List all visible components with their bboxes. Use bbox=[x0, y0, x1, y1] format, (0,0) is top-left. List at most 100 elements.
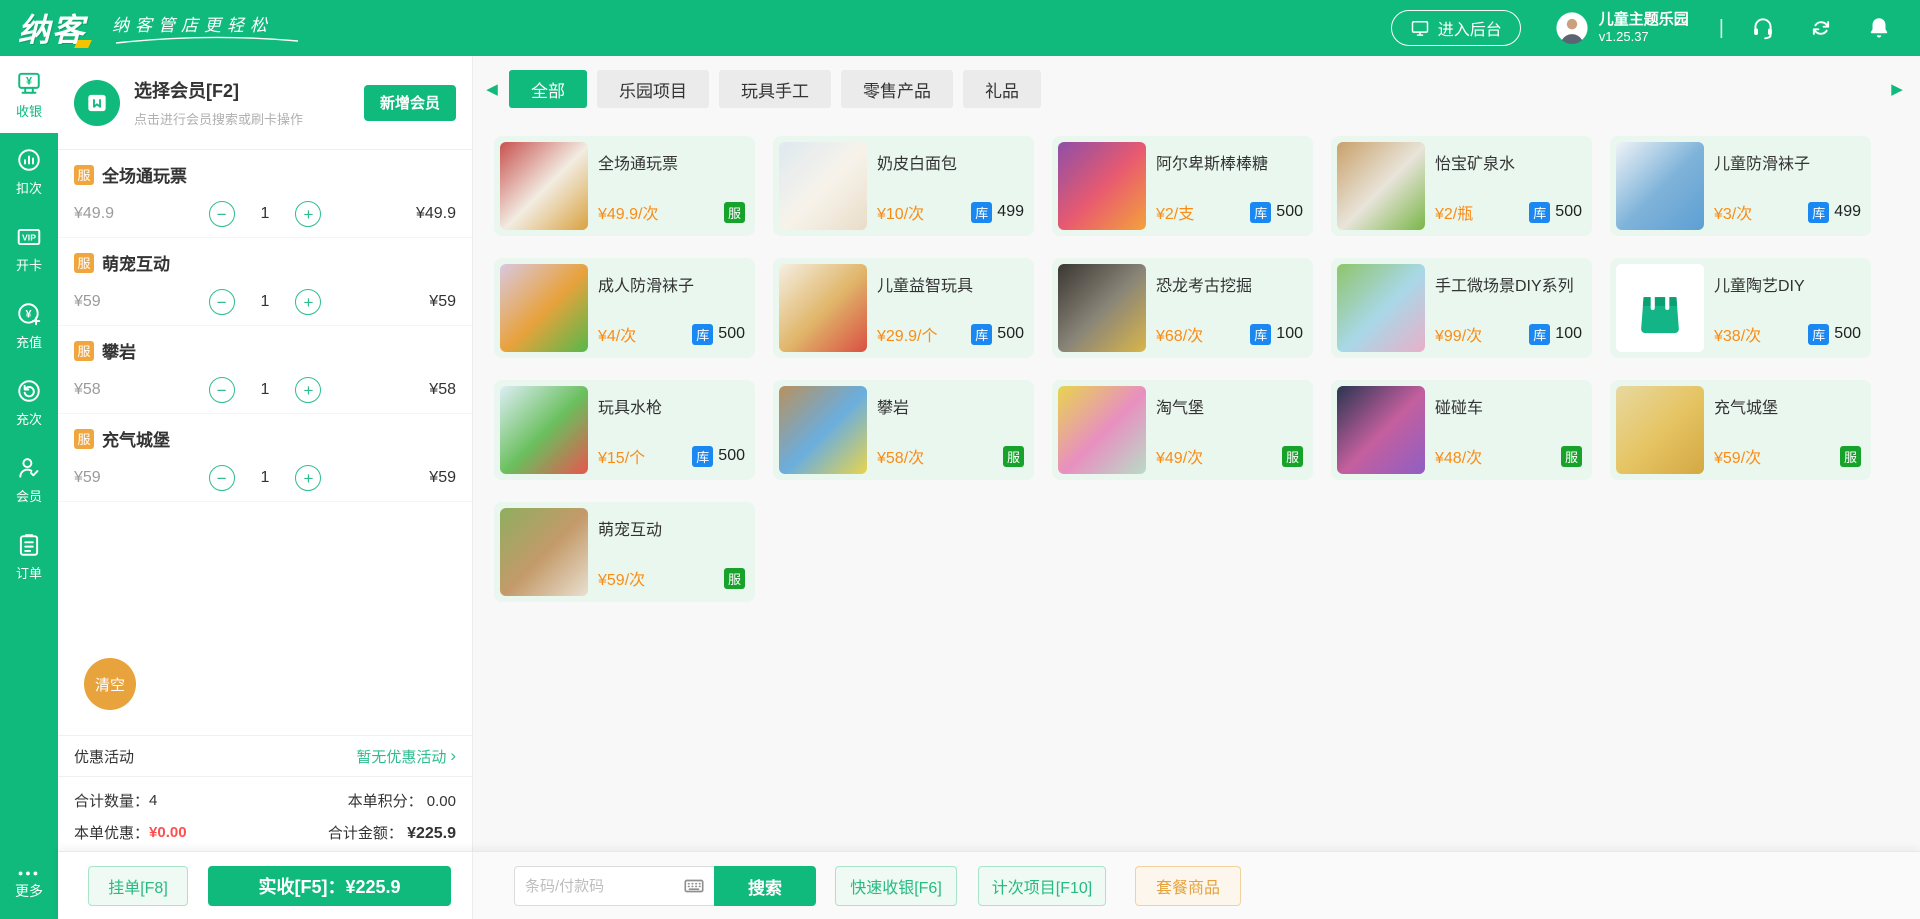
add-member-button[interactable]: 新增会员 bbox=[364, 85, 456, 121]
combo-product-button[interactable]: 套餐商品 bbox=[1135, 866, 1241, 906]
grand-total-label: 合计金额： bbox=[328, 825, 403, 842]
category-tab-park[interactable]: 乐园项目 bbox=[597, 70, 709, 108]
sidebar-item-vip-card[interactable]: VIP 开卡 bbox=[0, 210, 58, 287]
sidebar-item-member[interactable]: 会员 bbox=[0, 441, 58, 518]
vip-card-icon: VIP bbox=[16, 224, 42, 250]
cart-item-price: ¥58 bbox=[74, 381, 170, 399]
service-badge: 服 bbox=[1561, 446, 1582, 467]
product-name: 儿童益智玩具 bbox=[877, 272, 1024, 296]
product-name: 萌宠互动 bbox=[598, 516, 745, 540]
promo-link[interactable]: 暂无优惠活动 › bbox=[356, 746, 456, 767]
product-price: ¥99/次 bbox=[1435, 322, 1482, 346]
product-card[interactable]: 阿尔卑斯棒棒糖 ¥2/支 库 500 bbox=[1052, 136, 1313, 236]
cart-item-total: ¥49.9 bbox=[360, 205, 456, 223]
product-card[interactable]: 儿童防滑袜子 ¥3/次 库 499 bbox=[1610, 136, 1871, 236]
stock-count: 500 bbox=[1555, 203, 1582, 221]
sync-icon[interactable] bbox=[1808, 15, 1834, 41]
category-tab-all[interactable]: 全部 bbox=[509, 70, 587, 108]
sidebar-item-recharge[interactable]: ¥ 充值 bbox=[0, 287, 58, 364]
stock-count: 499 bbox=[997, 203, 1024, 221]
product-image bbox=[1058, 386, 1146, 474]
sidebar-item-deduct[interactable]: 扣次 bbox=[0, 133, 58, 210]
user-block[interactable]: 儿童主题乐园 v1.25.37 bbox=[1555, 11, 1689, 46]
hold-order-button[interactable]: 挂单[F8] bbox=[88, 866, 188, 906]
decrease-qty-button[interactable]: − bbox=[209, 201, 235, 227]
product-card[interactable]: 碰碰车 ¥48/次 服 bbox=[1331, 380, 1592, 480]
stock-badge: 库 bbox=[1529, 324, 1550, 345]
stock-badge: 库 bbox=[1529, 202, 1550, 223]
sidebar-item-cashier[interactable]: ¥ 收银 bbox=[0, 56, 58, 133]
monitor-icon bbox=[1410, 18, 1430, 38]
scroll-right-icon[interactable]: ▶ bbox=[1888, 80, 1906, 98]
category-tab-gift[interactable]: 礼品 bbox=[963, 70, 1041, 108]
product-card[interactable]: 手工微场景DIY系列 ¥99/次 库 100 bbox=[1331, 258, 1592, 358]
slogan: 纳客管店更轻松 bbox=[112, 11, 302, 45]
product-price: ¥2/支 bbox=[1156, 200, 1194, 224]
product-card[interactable]: 充气城堡 ¥59/次 服 bbox=[1610, 380, 1871, 480]
product-price: ¥3/次 bbox=[1714, 200, 1752, 224]
product-card[interactable]: 恐龙考古挖掘 ¥68/次 库 100 bbox=[1052, 258, 1313, 358]
sidebar-item-more[interactable]: ●●● 更多 bbox=[0, 851, 58, 919]
sidebar-item-refill[interactable]: 充次 bbox=[0, 364, 58, 441]
product-card[interactable]: 玩具水枪 ¥15/个 库 500 bbox=[494, 380, 755, 480]
count-item-button[interactable]: 计次项目[F10] bbox=[978, 866, 1106, 906]
search-button[interactable]: 搜索 bbox=[714, 866, 816, 906]
decrease-qty-button[interactable]: − bbox=[209, 465, 235, 491]
product-card[interactable]: 攀岩 ¥58/次 服 bbox=[773, 380, 1034, 480]
select-member-button[interactable]: 选择会员[F2] 点击进行会员搜索或刷卡操作 bbox=[134, 77, 303, 128]
product-card[interactable]: 儿童益智玩具 ¥29.9/个 库 500 bbox=[773, 258, 1034, 358]
svg-text:¥: ¥ bbox=[26, 75, 32, 87]
member-card-icon[interactable] bbox=[74, 80, 120, 126]
keyboard-icon[interactable] bbox=[683, 875, 705, 897]
product-card[interactable]: 淘气堡 ¥49/次 服 bbox=[1052, 380, 1313, 480]
member-icon bbox=[16, 455, 42, 481]
product-card[interactable]: 成人防滑袜子 ¥4/次 库 500 bbox=[494, 258, 755, 358]
cart-item-price: ¥59 bbox=[74, 469, 170, 487]
increase-qty-button[interactable]: + bbox=[295, 377, 321, 403]
stock-badge: 库 bbox=[971, 202, 992, 223]
product-image bbox=[1058, 264, 1146, 352]
product-price: ¥59/次 bbox=[1714, 444, 1761, 468]
enter-backend-button[interactable]: 进入后台 bbox=[1391, 10, 1521, 46]
increase-qty-button[interactable]: + bbox=[295, 201, 321, 227]
order-icon bbox=[16, 532, 42, 558]
stock-badge: 库 bbox=[971, 324, 992, 345]
product-price: ¥29.9/个 bbox=[877, 322, 938, 346]
bag-icon bbox=[1616, 264, 1704, 352]
sidebar-item-label: 会员 bbox=[16, 486, 42, 505]
cart-item-price: ¥59 bbox=[74, 293, 170, 311]
cart-item: 服 萌宠互动 ¥59 − 1 + ¥59 bbox=[58, 238, 472, 326]
app-logo: 纳客 bbox=[18, 5, 86, 51]
product-name: 攀岩 bbox=[877, 394, 1024, 418]
product-card[interactable]: 儿童陶艺DIY ¥38/次 库 500 bbox=[1610, 258, 1871, 358]
cart-item-name: 攀岩 bbox=[102, 338, 136, 363]
category-tab-retail[interactable]: 零售产品 bbox=[841, 70, 953, 108]
stock-badge: 库 bbox=[1808, 202, 1829, 223]
service-badge: 服 bbox=[74, 165, 94, 185]
product-card[interactable]: 怡宝矿泉水 ¥2/瓶 库 500 bbox=[1331, 136, 1592, 236]
service-headset-icon[interactable] bbox=[1750, 15, 1776, 41]
product-card[interactable]: 萌宠互动 ¥59/次 服 bbox=[494, 502, 755, 602]
product-card[interactable]: 奶皮白面包 ¥10/次 库 499 bbox=[773, 136, 1034, 236]
product-price: ¥15/个 bbox=[598, 444, 645, 468]
grand-total-value: ¥225.9 bbox=[407, 825, 456, 842]
product-price: ¥49.9/次 bbox=[598, 200, 659, 224]
category-tab-craft[interactable]: 玩具手工 bbox=[719, 70, 831, 108]
pay-button[interactable]: 实收[F5]：¥225.9 bbox=[208, 866, 451, 906]
scroll-left-icon[interactable]: ◀ bbox=[483, 80, 501, 98]
cart-panel: 选择会员[F2] 点击进行会员搜索或刷卡操作 新增会员 服 全场通玩票 ¥49.… bbox=[58, 56, 473, 851]
product-price: ¥48/次 bbox=[1435, 444, 1482, 468]
cart-items-list: 服 全场通玩票 ¥49.9 − 1 + ¥49.9 服 萌宠互动 ¥59 − 1… bbox=[58, 150, 472, 502]
stock-count: 500 bbox=[718, 447, 745, 465]
quick-cashier-button[interactable]: 快速收银[F6] bbox=[835, 866, 957, 906]
decrease-qty-button[interactable]: − bbox=[209, 377, 235, 403]
bell-icon[interactable] bbox=[1866, 15, 1892, 41]
increase-qty-button[interactable]: + bbox=[295, 289, 321, 315]
product-card[interactable]: 全场通玩票 ¥49.9/次 服 bbox=[494, 136, 755, 236]
increase-qty-button[interactable]: + bbox=[295, 465, 321, 491]
sidebar-item-order[interactable]: 订单 bbox=[0, 518, 58, 595]
decrease-qty-button[interactable]: − bbox=[209, 289, 235, 315]
product-price: ¥2/瓶 bbox=[1435, 200, 1473, 224]
product-name: 手工微场景DIY系列 bbox=[1435, 272, 1582, 296]
clear-cart-button[interactable]: 清空 bbox=[84, 658, 136, 710]
